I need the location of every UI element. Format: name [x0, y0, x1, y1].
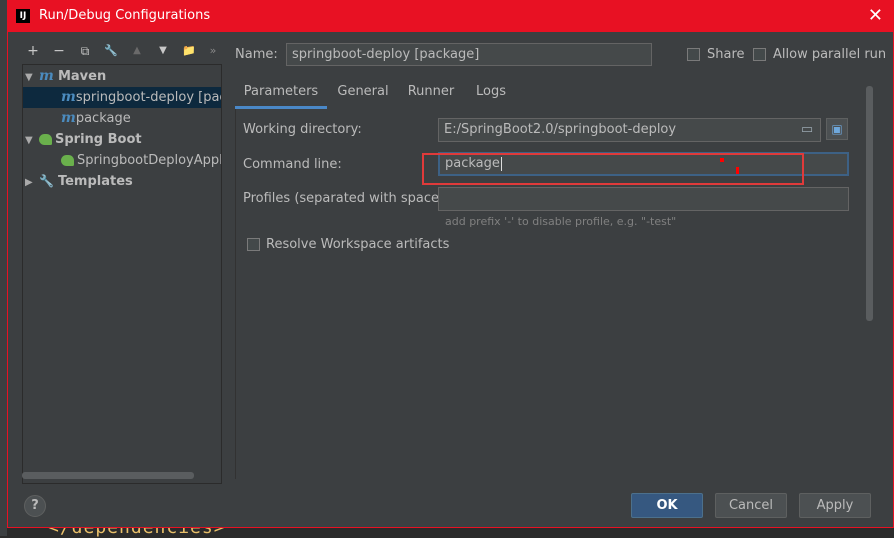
- tree-item-maven-config-selected[interactable]: mspringboot-deploy [package]: [23, 87, 221, 108]
- ok-button[interactable]: OK: [631, 493, 703, 518]
- annotation-mark: [736, 167, 739, 174]
- tree-item-label: Templates: [57, 174, 133, 189]
- tree-item-maven[interactable]: ▼ m Maven: [25, 66, 106, 87]
- caret-down-icon[interactable]: ▼: [25, 130, 39, 151]
- tab-general[interactable]: General: [335, 79, 391, 109]
- browse-folder-icon[interactable]: ▭: [796, 119, 818, 141]
- profiles-hint: add prefix '-' to disable profile, e.g. …: [445, 215, 677, 228]
- spring-boot-icon: [39, 134, 52, 145]
- more-icon[interactable]: »: [204, 41, 222, 61]
- tree-item-label: package: [75, 111, 131, 126]
- intellij-logo-icon: IJ: [16, 9, 30, 23]
- working-directory-input[interactable]: E:/SpringBoot2.0/springboot-deploy: [438, 118, 821, 142]
- tree-item-label: Maven: [57, 69, 107, 84]
- resolve-workspace-label[interactable]: Resolve Workspace artifacts: [266, 237, 449, 252]
- remove-icon[interactable]: −: [50, 41, 68, 61]
- configuration-tree: ▼m Maven mspringboot-deploy [package] mp…: [22, 64, 222, 484]
- spring-boot-icon: [61, 155, 74, 166]
- move-up-icon[interactable]: ▲: [128, 41, 146, 61]
- maven-icon: m: [61, 110, 76, 126]
- panel-vertical-scrollbar[interactable]: [866, 86, 873, 321]
- add-icon[interactable]: +: [24, 41, 42, 61]
- tree-item-label: Spring Boot: [55, 132, 142, 147]
- macro-folder-icon[interactable]: ▣: [826, 118, 848, 140]
- share-label[interactable]: Share: [707, 47, 745, 62]
- tree-horizontal-scrollbar[interactable]: [22, 472, 194, 479]
- cancel-button[interactable]: Cancel: [715, 493, 787, 518]
- move-down-icon[interactable]: ▼: [154, 41, 172, 61]
- resolve-workspace-checkbox[interactable]: [247, 238, 260, 251]
- run-debug-dialog: IJ Run/Debug Configurations ✕ + − ⧉ 🔧 ▲ …: [7, 0, 894, 528]
- name-label: Name:: [235, 47, 278, 62]
- tree-item-templates[interactable]: ▶ 🔧 Templates: [25, 171, 133, 192]
- tree-item-label: SpringbootDeployApplication: [77, 153, 222, 168]
- working-directory-label: Working directory:: [243, 122, 362, 137]
- maven-icon: m: [61, 89, 76, 105]
- annotation-dot: [720, 158, 724, 162]
- title-bar[interactable]: IJ Run/Debug Configurations ✕: [8, 1, 893, 32]
- command-line-label: Command line:: [243, 157, 342, 172]
- wrench-icon: 🔧: [39, 174, 54, 188]
- copy-icon[interactable]: ⧉: [76, 41, 94, 61]
- tree-item-maven-package[interactable]: mpackage: [23, 108, 131, 129]
- wrench-icon[interactable]: 🔧: [102, 41, 120, 61]
- tab-runner[interactable]: Runner: [405, 79, 457, 109]
- annotation-highlight-box: [422, 153, 804, 185]
- profiles-label: Profiles (separated with space):: [243, 191, 449, 206]
- profiles-input[interactable]: [438, 187, 849, 211]
- caret-right-icon[interactable]: ▶: [25, 172, 39, 193]
- left-window-edge: [0, 0, 7, 536]
- allow-parallel-run-checkbox[interactable]: [753, 48, 766, 61]
- folder-icon[interactable]: 📁: [180, 41, 198, 61]
- caret-down-icon[interactable]: ▼: [25, 67, 39, 88]
- apply-button[interactable]: Apply: [799, 493, 871, 518]
- tree-item-spring-boot-app[interactable]: SpringbootDeployApplication: [23, 150, 222, 171]
- tree-item-label: springboot-deploy [package]: [75, 90, 221, 105]
- allow-parallel-run-label[interactable]: Allow parallel run: [773, 47, 886, 62]
- close-icon[interactable]: ✕: [868, 5, 883, 26]
- tree-item-spring-boot[interactable]: ▼ Spring Boot: [25, 129, 142, 150]
- tab-logs[interactable]: Logs: [471, 79, 511, 109]
- tab-parameters[interactable]: Parameters: [235, 79, 327, 109]
- name-input[interactable]: springboot-deploy [package]: [286, 43, 652, 66]
- maven-icon: m: [39, 68, 54, 84]
- share-checkbox[interactable]: [687, 48, 700, 61]
- help-button[interactable]: ?: [24, 495, 46, 517]
- window-title: Run/Debug Configurations: [39, 8, 211, 23]
